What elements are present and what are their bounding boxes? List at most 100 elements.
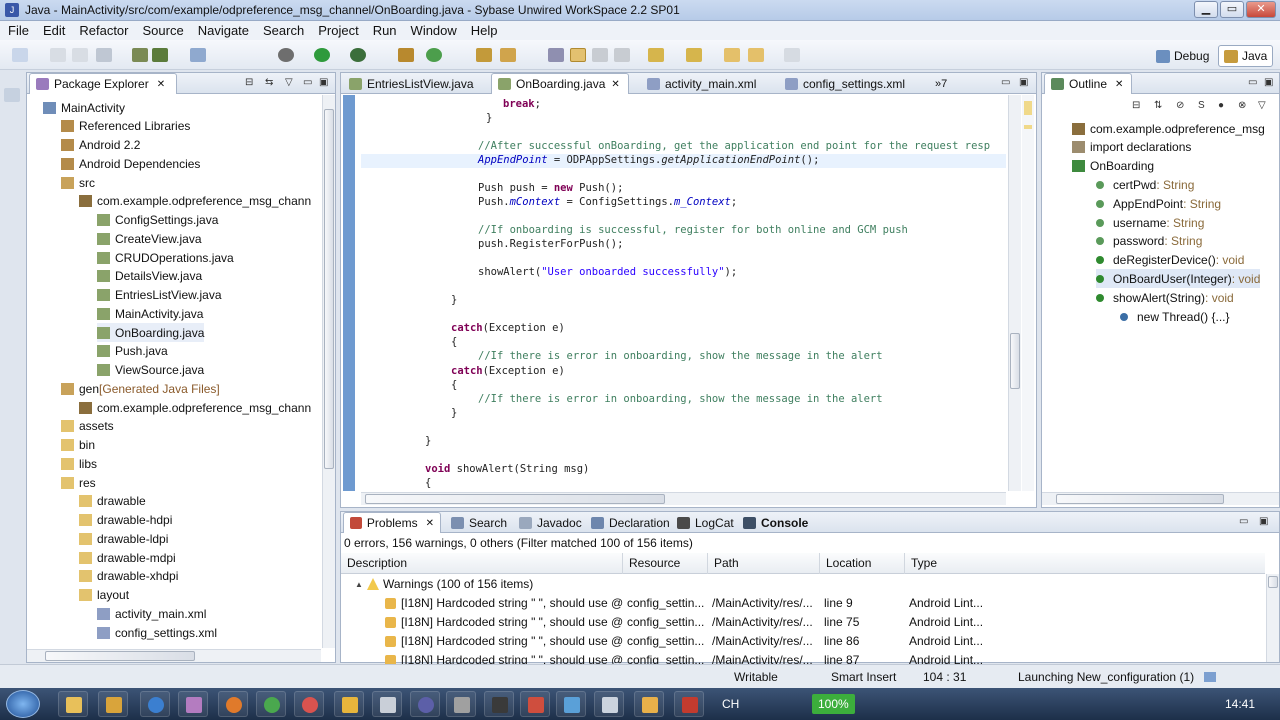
taskbar-app5[interactable] bbox=[634, 691, 664, 717]
sort-icon[interactable]: ⇅ bbox=[1154, 100, 1162, 111]
menu-refactor[interactable]: Refactor bbox=[71, 23, 134, 38]
taskbar-app3[interactable] bbox=[556, 691, 586, 717]
close-icon[interactable]: ✕ bbox=[611, 79, 619, 90]
outline-item[interactable]: deRegisterDevice() : void bbox=[1096, 251, 1244, 270]
run-icon[interactable] bbox=[314, 48, 330, 62]
menu-navigate[interactable]: Navigate bbox=[190, 23, 255, 38]
deploy-icon[interactable] bbox=[132, 48, 148, 62]
taskbar-pdf[interactable] bbox=[674, 691, 704, 717]
scroll-thumb[interactable] bbox=[45, 651, 195, 661]
annotation-icon[interactable] bbox=[548, 48, 564, 62]
package-tree-item[interactable]: Referenced Libraries bbox=[61, 117, 190, 136]
more-tabs-button[interactable]: »7 bbox=[929, 73, 953, 94]
taskbar-ie[interactable] bbox=[140, 691, 170, 717]
tab-package-explorer[interactable]: Package Explorer ✕ bbox=[29, 73, 177, 94]
package-tree-item[interactable]: Android Dependencies bbox=[61, 154, 200, 173]
column-location[interactable]: Location bbox=[820, 553, 905, 574]
package-tree-item[interactable]: Android 2.2 bbox=[61, 136, 140, 155]
tab-declaration[interactable]: Declaration bbox=[585, 512, 676, 533]
package-tree-item[interactable]: MainActivity.java bbox=[97, 304, 203, 323]
close-icon[interactable]: ✕ bbox=[157, 79, 165, 90]
forward-icon[interactable] bbox=[748, 48, 764, 62]
hide-static-icon[interactable]: S bbox=[1198, 100, 1205, 111]
maximize-view-icon[interactable]: ▣ bbox=[1259, 516, 1268, 527]
taskbar-sql[interactable] bbox=[372, 691, 402, 717]
view-menu-icon[interactable]: ▽ bbox=[285, 77, 293, 88]
close-icon[interactable]: ✕ bbox=[1115, 79, 1123, 90]
scroll-thumb[interactable] bbox=[324, 109, 334, 469]
column-type[interactable]: Type bbox=[905, 553, 1205, 574]
taskbar-app[interactable] bbox=[178, 691, 208, 717]
tab-problems[interactable]: Problems ✕ bbox=[343, 512, 441, 533]
editor-hscroll[interactable] bbox=[361, 492, 1006, 505]
menu-file[interactable]: File bbox=[0, 23, 35, 38]
debug-perspective-button[interactable]: Debug bbox=[1150, 45, 1215, 67]
menu-edit[interactable]: Edit bbox=[35, 23, 71, 38]
package-tree-item[interactable]: res bbox=[61, 473, 96, 492]
menu-source[interactable]: Source bbox=[135, 23, 190, 38]
view-menu-icon[interactable]: ▽ bbox=[1258, 100, 1266, 111]
table-row[interactable]: [I18N] Hardcoded string " ", should use … bbox=[341, 632, 1265, 651]
package-tree-item[interactable]: com.example.odpreference_msg_chann bbox=[79, 192, 311, 211]
taskbar-eclipse[interactable] bbox=[410, 691, 440, 717]
package-tree-vscroll[interactable] bbox=[322, 95, 335, 648]
package-tree-item[interactable]: config_settings.xml bbox=[97, 623, 217, 642]
package-tree-item[interactable]: layout bbox=[79, 586, 129, 605]
package-tree-item[interactable]: DetailsView.java bbox=[97, 267, 202, 286]
scroll-thumb[interactable] bbox=[1268, 576, 1278, 588]
start-button[interactable] bbox=[6, 690, 40, 718]
taskbar-app4[interactable] bbox=[594, 691, 624, 717]
taskbar-app2[interactable] bbox=[520, 691, 550, 717]
debug-icon[interactable] bbox=[278, 48, 294, 62]
warnings-group-row[interactable]: ▲ Warnings (100 of 156 items) bbox=[341, 575, 1265, 594]
clock[interactable]: 14:41 bbox=[1225, 688, 1255, 720]
tab-activity-main-xml[interactable]: activity_main.xml bbox=[641, 73, 771, 94]
back-icon[interactable] bbox=[724, 48, 740, 62]
package-tree-item[interactable]: ConfigSettings.java bbox=[97, 211, 218, 230]
package-tree-item[interactable]: EntriesListView.java bbox=[97, 286, 222, 305]
last-edit-icon[interactable] bbox=[784, 48, 800, 62]
minimize-view-icon[interactable]: ▭ bbox=[1248, 77, 1257, 88]
java-perspective-button[interactable]: Java bbox=[1218, 45, 1274, 67]
new-class-icon[interactable] bbox=[398, 48, 414, 62]
outline-hscroll[interactable] bbox=[1042, 492, 1279, 505]
outline-item[interactable]: new Thread() {...} bbox=[1120, 307, 1230, 326]
menu-project[interactable]: Project bbox=[310, 23, 364, 38]
taskbar-terminal[interactable] bbox=[484, 691, 514, 717]
code-area[interactable]: break; } //After successful onBoarding, … bbox=[361, 95, 1006, 491]
progress-icon[interactable] bbox=[1204, 672, 1216, 682]
show-whitespace-icon[interactable] bbox=[614, 48, 630, 62]
package-tree-item[interactable]: gen [Generated Java Files] bbox=[61, 379, 220, 398]
package-tree-item[interactable]: drawable bbox=[79, 492, 146, 511]
tab-config-settings-xml[interactable]: config_settings.xml bbox=[779, 73, 919, 94]
battery-indicator[interactable]: 100% bbox=[812, 694, 855, 714]
hide-nonpublic-icon[interactable]: ● bbox=[1218, 100, 1224, 111]
collapse-all-icon[interactable]: ⊟ bbox=[245, 77, 253, 88]
hide-local-types-icon[interactable]: ⊗ bbox=[1238, 100, 1246, 111]
outline-item[interactable]: OnBoardUser(Integer) : void bbox=[1096, 269, 1261, 289]
scroll-thumb[interactable] bbox=[1010, 333, 1020, 389]
tab-search[interactable]: Search bbox=[445, 512, 513, 533]
taskbar-chrome[interactable] bbox=[256, 691, 286, 717]
taskbar-firefox[interactable] bbox=[218, 691, 248, 717]
task-icon[interactable] bbox=[190, 48, 206, 62]
menu-window[interactable]: Window bbox=[403, 23, 463, 38]
package-tree-item[interactable]: drawable-ldpi bbox=[79, 529, 168, 548]
menu-search[interactable]: Search bbox=[255, 23, 310, 38]
prev-annotation-icon[interactable] bbox=[686, 48, 702, 62]
package-tree-item[interactable]: drawable-xhdpi bbox=[79, 567, 178, 586]
block-select-icon[interactable] bbox=[592, 48, 608, 62]
maximize-view-icon[interactable]: ▣ bbox=[319, 77, 328, 88]
close-button[interactable]: ✕ bbox=[1246, 1, 1276, 18]
hide-fields-icon[interactable]: ⊘ bbox=[1176, 100, 1184, 111]
run-external-icon[interactable] bbox=[350, 48, 366, 62]
save-all-icon[interactable] bbox=[72, 48, 88, 62]
taskbar-explorer[interactable] bbox=[98, 691, 128, 717]
package-tree-item[interactable]: drawable-hdpi bbox=[79, 511, 172, 530]
restore-icon[interactable] bbox=[4, 88, 20, 102]
outline-item[interactable]: showAlert(String) : void bbox=[1096, 288, 1234, 307]
package-tree-item[interactable]: OnBoarding.java bbox=[97, 323, 205, 342]
package-tree-item[interactable]: com.example.odpreference_msg_chann bbox=[79, 398, 311, 417]
menu-help[interactable]: Help bbox=[463, 23, 504, 38]
package-tree-item[interactable]: CreateView.java bbox=[97, 229, 202, 248]
